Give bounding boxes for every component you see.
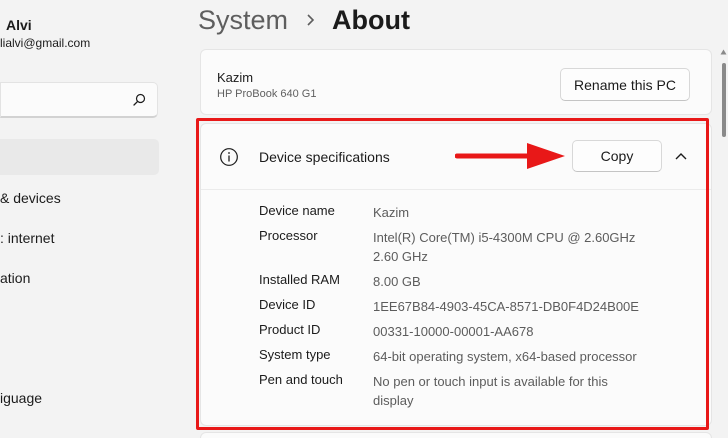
search-box[interactable] [0, 82, 158, 118]
sidebar: Alvi lialvi@gmail.com & devices : intern… [0, 0, 175, 438]
spec-value: Intel(R) Core(TM) i5-4300M CPU @ 2.60GHz… [373, 230, 636, 264]
spec-label: Device name [259, 203, 335, 218]
pc-model: HP ProBook 640 G1 [217, 88, 317, 100]
spec-label: Device ID [259, 297, 316, 312]
spec-value: 1EE67B84-4903-45CA-8571-DB0F4D24B00E [373, 299, 639, 314]
device-specifications-card: Device specifications Copy Device name K… [200, 123, 712, 426]
spec-label: System type [259, 347, 331, 362]
spec-label: Product ID [259, 322, 321, 337]
breadcrumb: System About [198, 2, 410, 38]
next-settings-card [200, 432, 712, 438]
user-name: Alvi [6, 17, 32, 33]
spec-label: Pen and touch [259, 372, 343, 387]
copy-button[interactable]: Copy [572, 140, 662, 172]
spec-value: 8.00 GB [373, 274, 421, 289]
pc-name-card: Kazim HP ProBook 640 G1 Rename this PC [200, 49, 712, 115]
breadcrumb-parent[interactable]: System [198, 5, 288, 36]
scroll-up-icon[interactable] [720, 49, 727, 55]
scroll-thumb[interactable] [722, 63, 726, 137]
sidebar-item-time-language[interactable]: iguage [0, 390, 42, 406]
spec-label: Processor [259, 228, 318, 243]
device-specifications-title: Device specifications [259, 149, 390, 165]
search-icon[interactable] [131, 92, 147, 108]
spec-value: No pen or touch input is available for t… [373, 374, 608, 408]
search-input[interactable] [1, 83, 121, 116]
scrollbar[interactable] [719, 0, 728, 438]
chevron-right-icon [307, 14, 315, 26]
page-title: About [332, 4, 410, 35]
sidebar-item-network-internet[interactable]: : internet [0, 230, 54, 246]
rename-pc-button[interactable]: Rename this PC [560, 68, 690, 101]
spec-value: Kazim [373, 205, 410, 220]
device-specifications-header[interactable]: Device specifications Copy [201, 124, 711, 190]
sidebar-item-bluetooth-devices[interactable]: & devices [0, 190, 61, 206]
spec-value: 00331-10000-00001-AA678 [373, 324, 534, 339]
spec-value: 64-bit operating system, x64-based proce… [373, 349, 637, 364]
user-email: lialvi@gmail.com [0, 36, 91, 50]
spec-label: Installed RAM [259, 272, 340, 287]
sidebar-item-system-selected[interactable] [0, 139, 159, 175]
chevron-up-icon[interactable] [674, 150, 688, 162]
sidebar-item-personalization[interactable]: ation [0, 270, 30, 286]
info-icon [220, 148, 238, 166]
pc-name: Kazim [217, 70, 254, 85]
